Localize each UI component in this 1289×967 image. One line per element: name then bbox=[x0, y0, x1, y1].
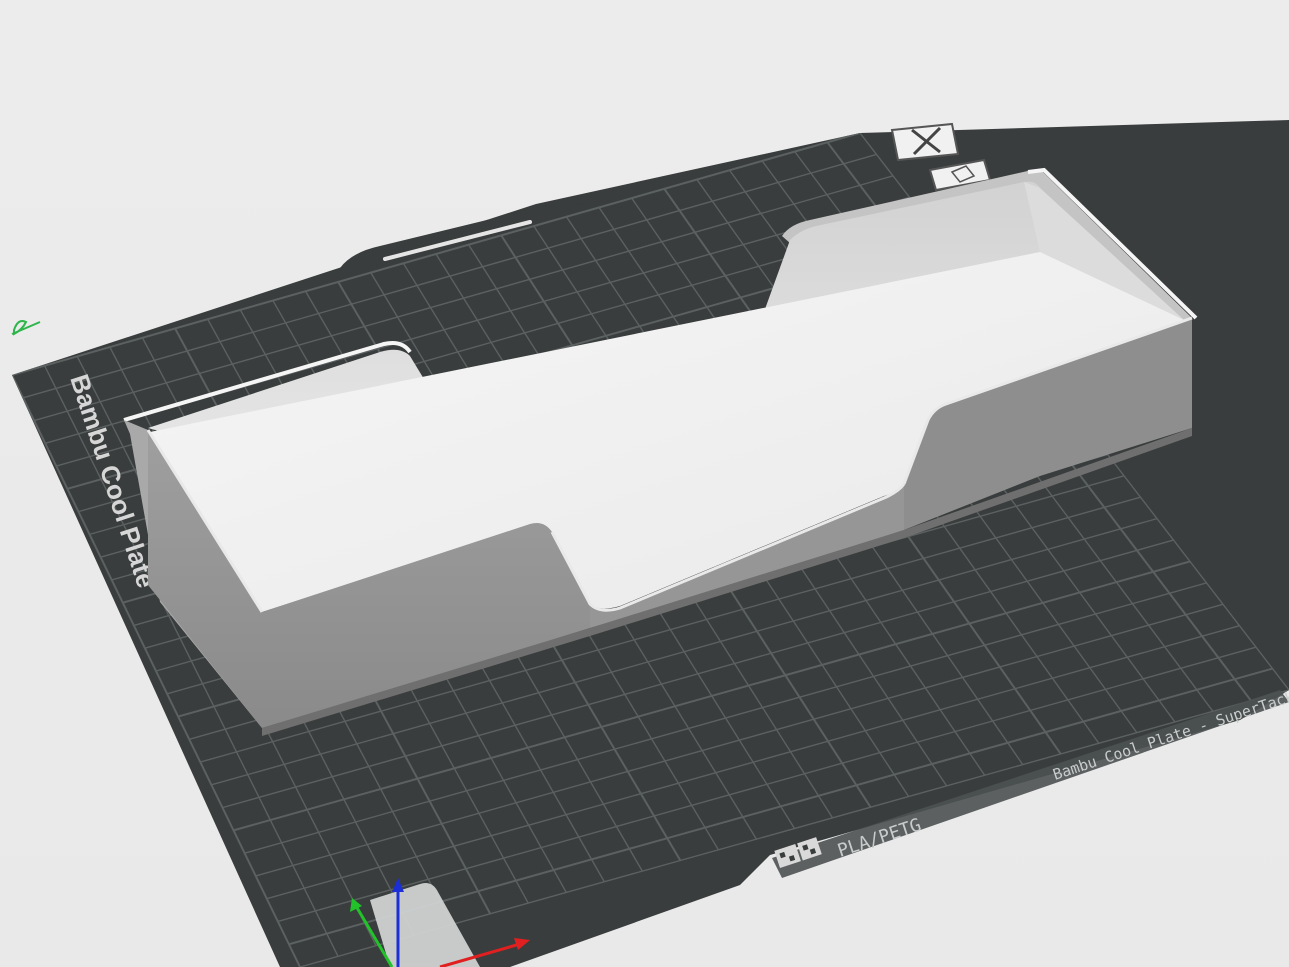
3d-viewport[interactable]: PLA/PETG Bambu Cool Plate - SuperTack Ba… bbox=[0, 0, 1289, 967]
edit-plate-name-icon[interactable] bbox=[11, 320, 41, 336]
build-plate-scene[interactable]: PLA/PETG Bambu Cool Plate - SuperTack Ba… bbox=[0, 0, 1289, 967]
delete-plate-icon[interactable] bbox=[890, 122, 960, 162]
